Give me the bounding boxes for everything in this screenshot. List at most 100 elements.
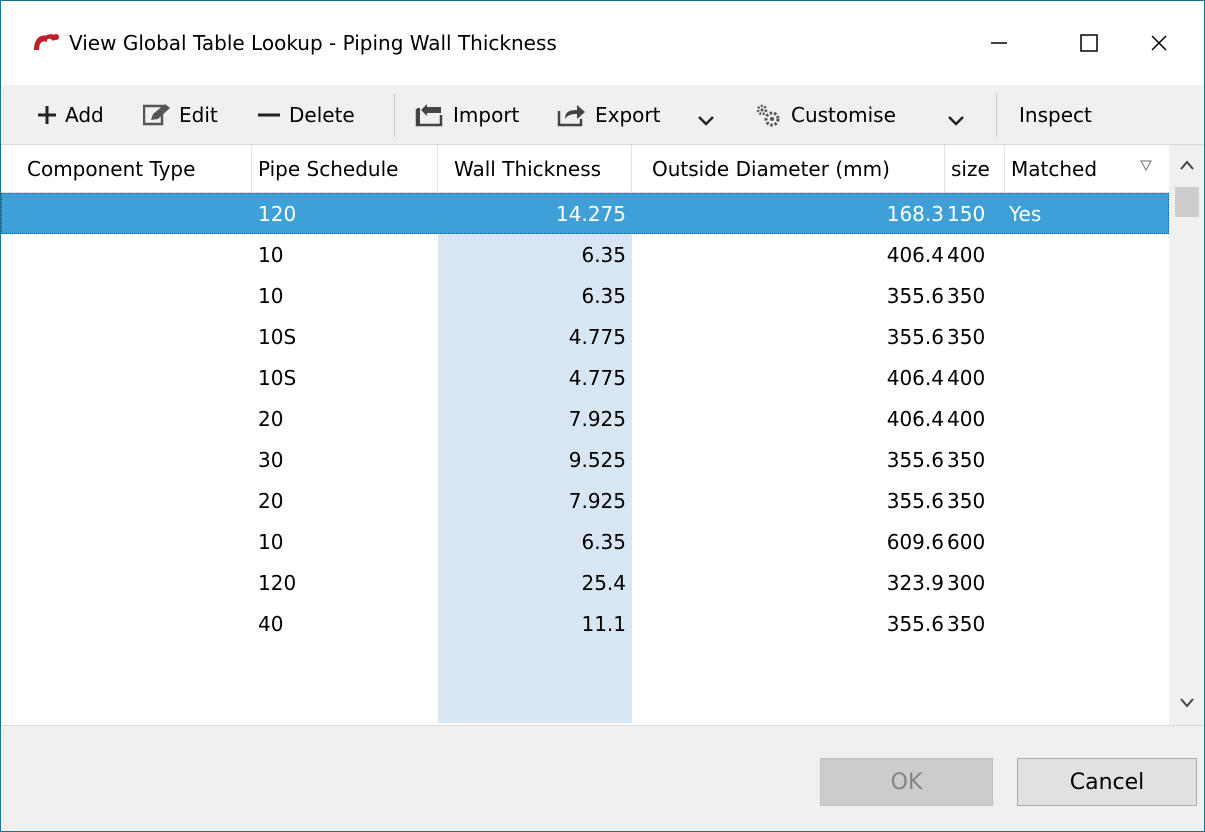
- cell-size: 400: [947, 365, 986, 390]
- table-row[interactable]: 30 9.525 355.6 350: [1, 439, 1169, 480]
- edit-icon: [143, 104, 170, 126]
- toolbar-separator: [394, 93, 395, 137]
- cell-wall-thickness: 25.4: [581, 570, 626, 595]
- cell-size: 350: [947, 447, 986, 472]
- cell-matched: [1009, 316, 1159, 357]
- cell-matched: [1009, 603, 1159, 644]
- cell-wall-thickness: 4.775: [568, 365, 626, 390]
- table-row[interactable]: 10S 4.775 355.6 350: [1, 316, 1169, 357]
- export-dropdown[interactable]: [697, 103, 723, 139]
- scroll-up-button[interactable]: [1169, 145, 1204, 185]
- dialog-window: View Global Table Lookup - Piping Wall T…: [0, 0, 1205, 832]
- cell-pipe-schedule: 120: [258, 570, 297, 595]
- cell-wall-thickness: 6.35: [581, 242, 626, 267]
- dropdown-chevron-icon: [948, 116, 964, 126]
- scroll-down-button[interactable]: [1169, 683, 1204, 723]
- import-label: Import: [453, 103, 520, 127]
- minimize-button[interactable]: [954, 1, 1044, 85]
- cell-wall-thickness: 7.925: [568, 488, 626, 513]
- cell-pipe-schedule: 30: [258, 447, 284, 472]
- table-header: Component Type Pipe Schedule Wall Thickn…: [1, 145, 1169, 193]
- column-header-component-type[interactable]: Component Type: [1, 145, 252, 193]
- cell-component-type: [27, 439, 247, 480]
- column-header-pipe-schedule[interactable]: Pipe Schedule: [252, 145, 438, 193]
- customise-button[interactable]: Customise: [753, 97, 896, 133]
- dropdown-chevron-icon: [698, 116, 714, 126]
- cell-component-type: [27, 480, 247, 521]
- ok-button[interactable]: OK: [820, 758, 993, 806]
- cell-outside-diameter: 406.4: [886, 406, 944, 431]
- cell-component-type: [27, 521, 247, 562]
- import-icon: [415, 104, 443, 127]
- cell-outside-diameter: 168.3: [886, 201, 944, 226]
- cell-size: 350: [947, 611, 986, 636]
- export-button[interactable]: Export: [557, 97, 660, 133]
- customise-dropdown[interactable]: [947, 103, 973, 139]
- cancel-button[interactable]: Cancel: [1017, 758, 1197, 806]
- cell-outside-diameter: 355.6: [886, 447, 944, 472]
- cell-pipe-schedule: 10: [258, 529, 284, 554]
- cell-pipe-schedule: 40: [258, 611, 284, 636]
- cell-size: 300: [947, 570, 986, 595]
- vertical-scrollbar[interactable]: [1169, 145, 1204, 725]
- scroll-thumb[interactable]: [1175, 187, 1199, 217]
- table-row[interactable]: 10S 4.775 406.4 400: [1, 357, 1169, 398]
- cell-outside-diameter: 355.6: [886, 611, 944, 636]
- import-button[interactable]: Import: [415, 97, 519, 133]
- gear-icon: [756, 104, 780, 127]
- add-button[interactable]: Add: [37, 97, 104, 133]
- cell-pipe-schedule: 10S: [258, 324, 297, 349]
- edit-label: Edit: [179, 103, 218, 127]
- cell-size: 350: [947, 488, 986, 513]
- cell-pipe-schedule: 120: [258, 201, 297, 226]
- cell-outside-diameter: 406.4: [886, 242, 944, 267]
- cell-matched: [1009, 398, 1159, 439]
- customise-label: Customise: [791, 103, 896, 127]
- sort-triangle-icon[interactable]: [1139, 159, 1153, 173]
- cell-pipe-schedule: 20: [258, 406, 284, 431]
- cell-matched: [1009, 439, 1159, 480]
- lookup-table: Component Type Pipe Schedule Wall Thickn…: [1, 145, 1204, 725]
- cell-component-type: [27, 193, 247, 234]
- table-row[interactable]: 10 6.35 609.6 600: [1, 521, 1169, 562]
- dialog-footer: OK Cancel: [1, 725, 1204, 831]
- cell-wall-thickness: 4.775: [568, 324, 626, 349]
- cell-wall-thickness: 14.275: [556, 201, 626, 226]
- maximize-icon: [1080, 34, 1098, 52]
- close-button[interactable]: [1114, 1, 1204, 85]
- column-header-outside-diameter[interactable]: Outside Diameter (mm): [632, 145, 945, 193]
- cell-wall-thickness: 11.1: [581, 611, 626, 636]
- cell-component-type: [27, 275, 247, 316]
- cell-component-type: [27, 603, 247, 644]
- cell-wall-thickness: 6.35: [581, 529, 626, 554]
- export-label: Export: [595, 103, 661, 127]
- cell-matched: Yes: [1009, 201, 1042, 226]
- table-body: 120 14.275 168.3 150 Yes 10 6.35 406.4 400 10 6.35…: [1, 193, 1169, 723]
- delete-button[interactable]: Delete: [257, 97, 355, 133]
- cell-matched: [1009, 357, 1159, 398]
- inspect-label: Inspect: [1019, 103, 1092, 127]
- plus-icon: [38, 106, 56, 124]
- table-row[interactable]: 120 14.275 168.3 150 Yes: [1, 193, 1169, 234]
- table-row[interactable]: 10 6.35 355.6 350: [1, 275, 1169, 316]
- column-header-wall-thickness[interactable]: Wall Thickness: [438, 145, 632, 193]
- cell-size: 350: [947, 324, 986, 349]
- table-row[interactable]: 10 6.35 406.4 400: [1, 234, 1169, 275]
- column-header-size[interactable]: size: [945, 145, 1005, 193]
- export-icon: [557, 105, 585, 127]
- cell-component-type: [27, 562, 247, 603]
- table-row[interactable]: 20 7.925 406.4 400: [1, 398, 1169, 439]
- table-row[interactable]: 120 25.4 323.9 300: [1, 562, 1169, 603]
- cell-size: 600: [947, 529, 986, 554]
- cell-outside-diameter: 609.6: [886, 529, 944, 554]
- inspect-button[interactable]: Inspect: [1019, 97, 1092, 133]
- cell-matched: [1009, 275, 1159, 316]
- cell-outside-diameter: 355.6: [886, 324, 944, 349]
- table-row[interactable]: 20 7.925 355.6 350: [1, 480, 1169, 521]
- title-bar[interactable]: View Global Table Lookup - Piping Wall T…: [1, 1, 1204, 85]
- cell-component-type: [27, 316, 247, 357]
- edit-button[interactable]: Edit: [143, 97, 218, 133]
- table-row[interactable]: 40 11.1 355.6 350: [1, 603, 1169, 644]
- cell-wall-thickness: 9.525: [568, 447, 626, 472]
- cell-outside-diameter: 355.6: [886, 283, 944, 308]
